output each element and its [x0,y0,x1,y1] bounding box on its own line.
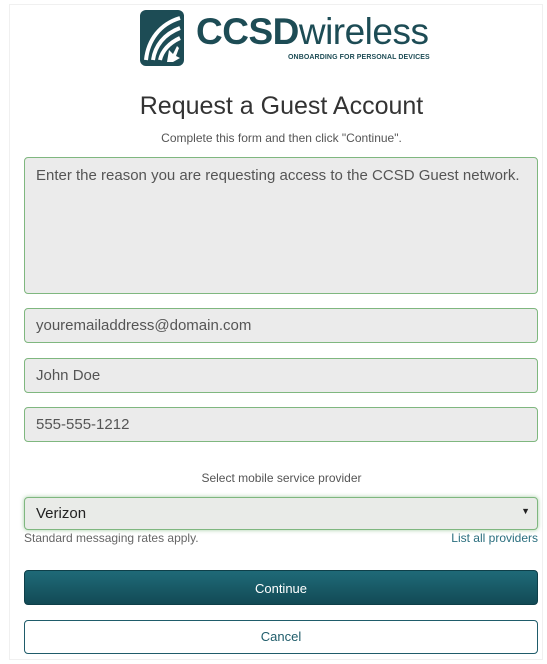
wifi-hand-icon [140,10,184,66]
brand-bold-text: CCSD [196,11,299,52]
ccsd-wireless-logo: CCSDwireless ONBOARDING FOR PERSONAL DEV… [140,10,440,70]
brand-light-text: wireless [298,11,429,52]
provider-select[interactable]: Verizon ▼ [24,497,538,530]
cancel-button[interactable]: Cancel [24,620,538,654]
phone-field[interactable] [24,407,538,442]
name-field[interactable] [24,358,538,393]
page-subtitle: Complete this form and then click "Conti… [161,131,402,145]
brand-tagline: ONBOARDING FOR PERSONAL DEVICES [288,54,430,61]
provider-selected-value: Verizon [36,505,87,522]
dropdown-arrow-icon: ▼ [521,506,530,516]
email-field[interactable] [24,308,538,343]
brand-wordmark: CCSDwireless [196,11,429,52]
rates-note: Standard messaging rates apply. [24,531,199,545]
provider-label: Select mobile service provider [201,471,362,485]
page-title: Request a Guest Account [139,92,424,120]
continue-button[interactable]: Continue [24,570,538,605]
list-all-providers-link[interactable]: List all providers [451,531,538,545]
reason-textarea[interactable] [24,157,538,294]
